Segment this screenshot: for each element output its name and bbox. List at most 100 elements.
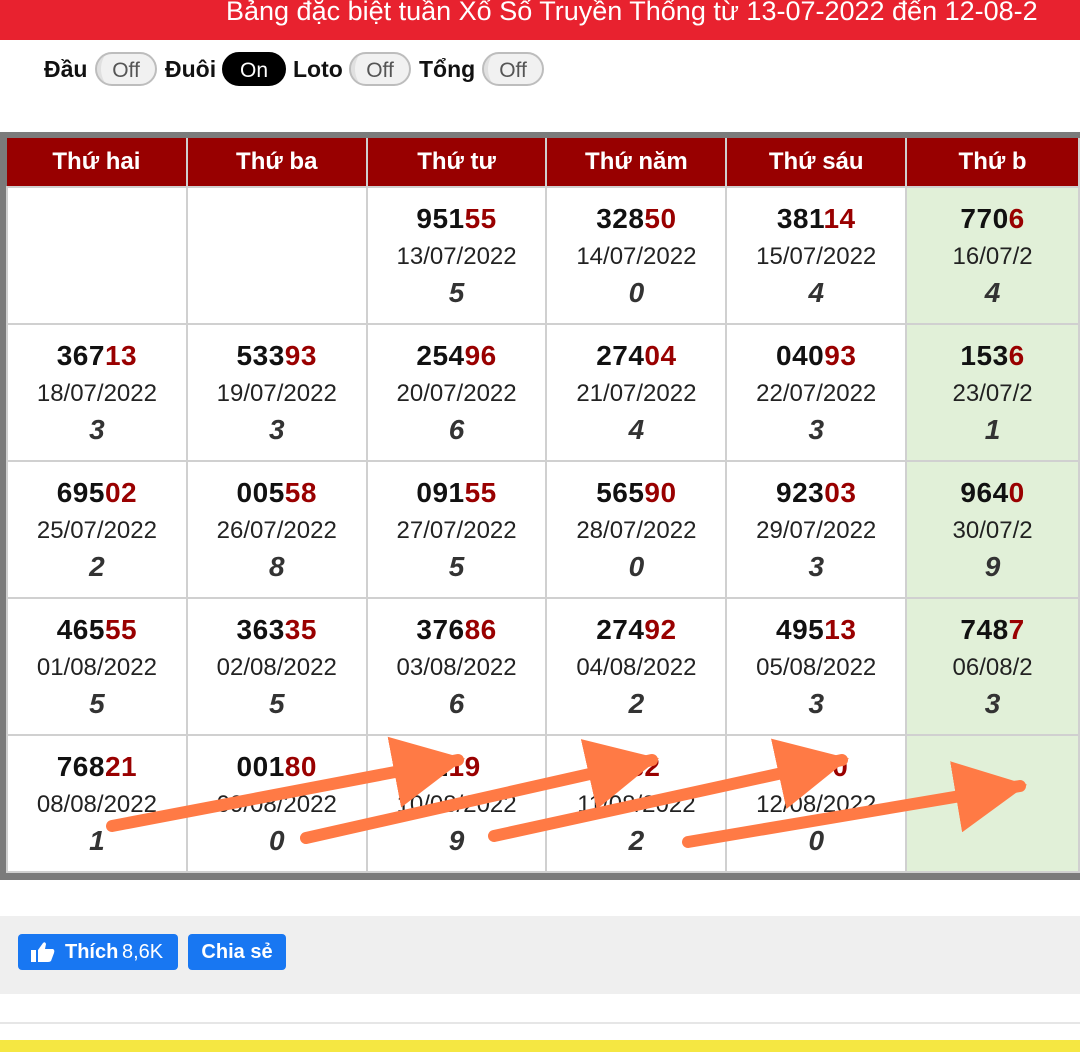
special-prize-number: 3970 <box>727 751 905 783</box>
table-row: 95155 13/07/2022 5 32850 14/07/2022 0 38114 15/… <box>6 186 1080 325</box>
notice-strip <box>0 1040 1080 1052</box>
special-prize-number: 53393 <box>188 340 366 372</box>
sum-value: 4 <box>628 413 645 445</box>
number-head: 770 <box>960 202 1009 234</box>
result-cell: 69502 25/07/2022 2 <box>6 460 188 599</box>
result-cell: 46555 01/08/2022 5 <box>6 597 188 736</box>
number-head: 495 <box>776 613 825 645</box>
number-tail: 86 <box>464 613 497 645</box>
number-tail: 35 <box>284 613 317 645</box>
table-row: 69502 25/07/2022 2 00558 26/07/2022 8 09155 27/… <box>6 460 1080 599</box>
number-head: 040 <box>776 339 825 371</box>
number-tail: 50 <box>644 202 677 234</box>
number-head: 923 <box>776 476 825 508</box>
draw-date: 04/08/2022 <box>576 653 697 681</box>
sum-value: 0 <box>628 550 645 582</box>
sum-value: 2 <box>628 687 645 719</box>
like-count: 8,6K <box>122 941 164 963</box>
result-cell: 95155 13/07/2022 5 <box>365 186 548 325</box>
result-cell: 32850 14/07/2022 0 <box>545 186 728 325</box>
table-row: 76821 08/08/2022 1 00180 09/08/2022 0 219 10/08… <box>6 734 1080 873</box>
draw-date: 21/07/2022 <box>576 379 697 407</box>
toggle-dau[interactable]: Off <box>95 52 157 86</box>
result-cell: 1536 23/07/2 1 <box>905 323 1080 462</box>
result-cell: 49513 05/08/2022 3 <box>725 597 908 736</box>
special-prize-number: 219 <box>368 751 546 783</box>
toggle-label-loto: Loto <box>293 56 343 82</box>
special-prize-number: 9640 <box>907 477 1078 509</box>
number-tail: 58 <box>284 476 317 508</box>
draw-date: 09/08/2022 <box>216 790 337 818</box>
sum-value: 1 <box>984 413 1001 445</box>
result-cell: 3970 12/08/2022 0 <box>725 734 908 873</box>
draw-date: 01/08/2022 <box>36 653 157 681</box>
like-label: Thích <box>65 941 119 963</box>
number-tail: 6 <box>1008 339 1025 371</box>
sum-value: 5 <box>448 276 465 308</box>
number-head: 565 <box>596 476 645 508</box>
like-button[interactable]: Thích 8,6K <box>18 934 178 970</box>
number-tail: 93 <box>284 339 317 371</box>
sum-value: 9 <box>984 550 1001 582</box>
draw-date: 20/07/2022 <box>396 379 517 407</box>
thumbs-up-icon <box>31 942 55 962</box>
special-prize-number: 27492 <box>547 614 725 646</box>
number-tail: 80 <box>284 750 317 782</box>
number-tail: 19 <box>448 750 481 782</box>
draw-date: 19/07/2022 <box>216 379 337 407</box>
column-header: Thứ sáu <box>726 138 908 187</box>
number-head: 274 <box>596 339 645 371</box>
result-cell: 00180 09/08/2022 0 <box>185 734 368 873</box>
column-header: Thứ năm <box>546 138 728 187</box>
special-prize-number: 49513 <box>727 614 905 646</box>
result-cell <box>185 186 368 325</box>
toggle-label-tong: Tổng <box>419 56 476 82</box>
sum-value: 8 <box>268 550 285 582</box>
number-tail: 55 <box>464 202 497 234</box>
sum-value: 0 <box>628 276 645 308</box>
special-prize-number: 1536 <box>907 340 1078 372</box>
column-header: Thứ b <box>906 138 1080 187</box>
sum-value: 3 <box>808 687 825 719</box>
result-cell: 56590 28/07/2022 0 <box>545 460 728 599</box>
sum-value: 3 <box>984 687 1001 719</box>
result-cell: 09155 27/07/2022 5 <box>365 460 548 599</box>
share-button[interactable]: Chia sẻ <box>188 934 286 970</box>
column-header: Thứ ba <box>186 138 368 187</box>
number-tail: 55 <box>104 613 138 645</box>
toggle-loto[interactable]: Off <box>349 52 411 86</box>
special-prize-number: 37686 <box>368 614 546 646</box>
result-cell <box>6 186 188 325</box>
result-cell: 7706 16/07/2 4 <box>905 186 1080 325</box>
draw-date: 15/07/2022 <box>756 242 877 270</box>
sum-value: 1 <box>89 824 105 856</box>
result-cell <box>905 734 1080 873</box>
draw-date: 03/08/2022 <box>396 653 517 681</box>
toggle-duoi[interactable]: On <box>222 52 286 86</box>
number-head: 4 <box>612 750 629 782</box>
draw-date: 13/07/2022 <box>396 242 517 270</box>
number-tail: 96 <box>464 339 497 371</box>
toggle-label-dau: Đầu <box>44 56 88 82</box>
number-tail: 55 <box>464 476 497 508</box>
number-head: 001 <box>236 750 285 782</box>
special-prize-number: 00558 <box>188 477 366 509</box>
number-tail: 21 <box>104 750 138 782</box>
number-tail: 14 <box>823 202 856 234</box>
result-cell: 53393 19/07/2022 3 <box>185 323 368 462</box>
number-head: 005 <box>236 476 285 508</box>
toggle-tong[interactable]: Off <box>482 52 544 86</box>
draw-date: 23/07/2 <box>952 379 1033 407</box>
table-body: 95155 13/07/2022 5 32850 14/07/2022 0 38114 15/… <box>6 186 1080 873</box>
sum-value: 0 <box>268 824 285 856</box>
sum-value: 6 <box>448 687 465 719</box>
number-tail: 6 <box>1008 202 1025 234</box>
results-table: Thứ hai Thứ ba Thứ tư Thứ năm Thứ sáu Th… <box>6 138 1080 873</box>
draw-date: 02/08/2022 <box>216 653 337 681</box>
divider <box>0 1022 1080 1024</box>
number-tail: 90 <box>644 476 677 508</box>
number-tail: 04 <box>644 339 677 371</box>
number-tail: 13 <box>104 339 138 371</box>
result-cell: 36335 02/08/2022 5 <box>185 597 368 736</box>
special-prize-number: 69502 <box>8 477 186 509</box>
